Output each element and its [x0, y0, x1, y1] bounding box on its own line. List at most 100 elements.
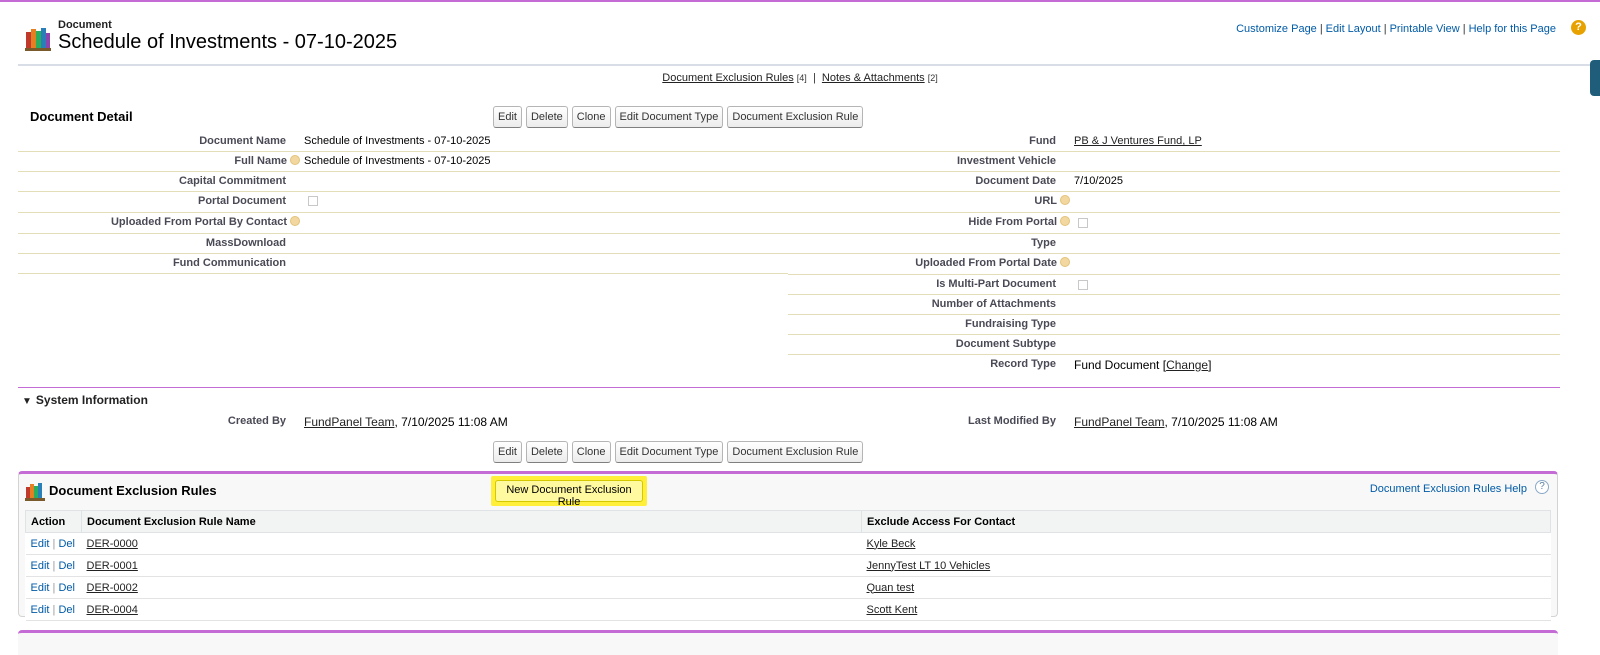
table-row: Edit | Del DER-0001 JennyTest LT 10 Vehi… [25, 554, 1551, 577]
system-information-toggle[interactable]: ▼ System Information [22, 393, 148, 407]
table-row: Edit | Del DER-0002 Quan test [25, 576, 1551, 599]
help-hint-icon[interactable] [1060, 195, 1070, 205]
edit-button[interactable]: Edit [493, 106, 522, 128]
document-folder-icon [25, 483, 45, 501]
row-edit-link[interactable]: Edit [31, 560, 50, 572]
help-hint-icon[interactable] [1060, 216, 1070, 226]
field-label: Fundraising Type [965, 318, 1056, 330]
help-hint-icon[interactable] [290, 155, 300, 165]
help-hint-icon[interactable] [1060, 257, 1070, 267]
bracket-close: ] [1208, 358, 1212, 372]
edit-button[interactable]: Edit [493, 441, 522, 463]
rule-name-link[interactable]: DER-0001 [87, 560, 138, 572]
field-label: Number of Attachments [931, 298, 1056, 310]
modified-by-user-link[interactable]: FundPanel Team [1074, 415, 1165, 429]
multi-part-checkbox [1078, 280, 1088, 290]
help-hint-icon[interactable] [290, 216, 300, 226]
related-list-help-link[interactable]: Document Exclusion Rules Help [1370, 483, 1527, 495]
field-row-hide-from-portal: Hide From Portal [788, 213, 1560, 234]
row-actions: Edit | Del [25, 554, 82, 577]
question-icon[interactable]: ? [1571, 20, 1586, 35]
field-label: Record Type [990, 358, 1056, 370]
field-row-fundraising-type: Fundraising Type [788, 315, 1560, 335]
contact-link[interactable]: Kyle Beck [867, 538, 916, 550]
help-circle-icon[interactable]: ? [1535, 480, 1549, 494]
row-actions: Edit | Del [25, 598, 82, 621]
row-edit-link[interactable]: Edit [31, 582, 50, 594]
field-row-record-type: Record Type Fund Document [Change] [788, 355, 1560, 375]
document-exclusion-rules-link[interactable]: Document Exclusion Rules [662, 72, 793, 84]
field-row-portal-document: Portal Document [18, 192, 788, 213]
column-header-action: Action [25, 510, 82, 533]
row-delete-link[interactable]: Del [58, 604, 75, 616]
field-row-document-subtype: Document Subtype [788, 335, 1560, 355]
new-document-exclusion-rule-button[interactable]: New Document Exclusion Rule [495, 480, 643, 508]
edit-layout-link[interactable]: Edit Layout [1326, 23, 1381, 35]
field-value: 7/10/2025 [1074, 175, 1123, 187]
field-label-wrap: URL [788, 195, 1070, 207]
field-label-wrap: Uploaded From Portal Date [788, 257, 1070, 269]
created-by-value: FundPanel Team, 7/10/2025 11:08 AM [304, 415, 508, 429]
field-row-document-date: Document Date 7/10/2025 [788, 172, 1560, 192]
help-for-page-link[interactable]: Help for this Page [1469, 23, 1556, 35]
contact-link[interactable]: Scott Kent [867, 604, 918, 616]
field-label: Is Multi-Part Document [936, 278, 1056, 290]
field-label: MassDownload [205, 237, 286, 249]
edit-document-type-button[interactable]: Edit Document Type [614, 106, 724, 128]
row-edit-link[interactable]: Edit [31, 538, 50, 550]
field-row-uploaded-by-contact: Uploaded From Portal By Contact [18, 213, 788, 234]
contact-link[interactable]: JennyTest LT 10 Vehicles [867, 560, 991, 572]
edit-document-type-button[interactable]: Edit Document Type [614, 441, 724, 463]
header-links: Customize Page | Edit Layout | Printable Vie… [1236, 23, 1556, 35]
field-label: Document Subtype [955, 338, 1056, 350]
notes-attachments-link[interactable]: Notes & Attachments [822, 72, 925, 84]
field-row-full-name: Full Name Schedule of Investments - 07-1… [18, 152, 788, 172]
row-edit-link[interactable]: Edit [31, 604, 50, 616]
contact-cell: Quan test [861, 576, 1551, 599]
object-type-label: Document [58, 19, 112, 31]
field-label: Fund [1029, 135, 1056, 147]
contact-link[interactable]: Quan test [867, 582, 915, 594]
field-row-url: URL [788, 192, 1560, 213]
detail-bottom-buttons: Edit Delete Clone Edit Document Type Documen… [493, 441, 867, 463]
customize-page-link[interactable]: Customize Page [1236, 23, 1317, 35]
exclusion-rules-table: Action Document Exclusion Rule Name Excl… [25, 510, 1551, 621]
row-delete-link[interactable]: Del [58, 560, 75, 572]
clone-button[interactable]: Clone [571, 106, 611, 128]
field-row-number-attachments: Number of Attachments [788, 295, 1560, 315]
rule-name-link[interactable]: DER-0004 [87, 604, 138, 616]
created-by-user-link[interactable]: FundPanel Team [304, 415, 395, 429]
field-label-wrap: Full Name [18, 155, 300, 167]
section-divider [18, 387, 1560, 388]
contact-cell: JennyTest LT 10 Vehicles [861, 554, 1551, 577]
rule-name-link[interactable]: DER-0002 [87, 582, 138, 594]
created-by-date: , 7/10/2025 11:08 AM [394, 415, 508, 429]
field-value: Schedule of Investments - 07-10-2025 [304, 155, 491, 167]
action-separator: | [52, 537, 56, 550]
field-row-massdownload: MassDownload [18, 234, 788, 254]
column-header-exclude-contact[interactable]: Exclude Access For Contact [861, 510, 1551, 533]
field-label: Portal Document [197, 195, 286, 207]
document-exclusion-rule-button[interactable]: Document Exclusion Rule [727, 106, 864, 128]
notes-attachments-count: [2] [927, 73, 938, 83]
rule-name-link[interactable]: DER-0000 [87, 538, 138, 550]
field-label: URL [1034, 195, 1057, 207]
clone-button[interactable]: Clone [571, 441, 611, 463]
change-record-type-link[interactable]: Change [1166, 358, 1208, 372]
printable-view-link[interactable]: Printable View [1390, 23, 1460, 35]
field-value: Schedule of Investments - 07-10-2025 [304, 135, 491, 147]
system-information-title: System Information [35, 393, 148, 407]
document-exclusion-rule-button[interactable]: Document Exclusion Rule [727, 441, 864, 463]
delete-button[interactable]: Delete [525, 441, 568, 463]
row-actions: Edit | Del [25, 576, 82, 599]
field-label: Document Name [199, 135, 286, 147]
column-header-rule-name[interactable]: Document Exclusion Rule Name [81, 510, 862, 533]
rule-name-cell: DER-0000 [81, 532, 862, 555]
fund-link[interactable]: PB & J Ventures Fund, LP [1074, 135, 1202, 147]
delete-button[interactable]: Delete [525, 106, 568, 128]
row-delete-link[interactable]: Del [58, 582, 75, 594]
field-row-investment-vehicle: Investment Vehicle [788, 152, 1560, 172]
row-delete-link[interactable]: Del [58, 538, 75, 550]
field-label: Type [1031, 237, 1056, 249]
field-row-type: Type [788, 234, 1560, 254]
